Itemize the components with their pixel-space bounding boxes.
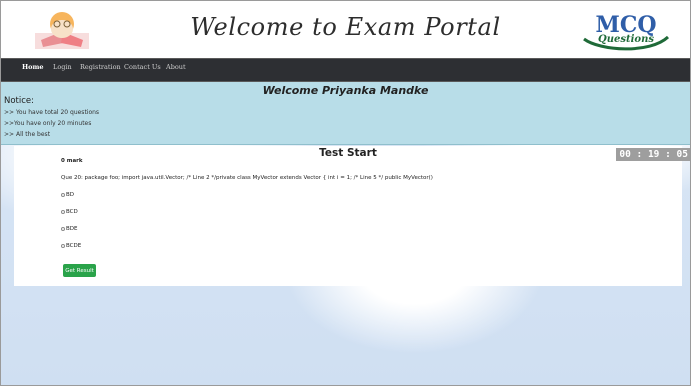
notice-line-3: >> All the best — [4, 131, 51, 138]
option-label: BD — [66, 192, 75, 198]
radio-button[interactable] — [61, 244, 65, 248]
get-result-button[interactable]: Get Result — [63, 264, 96, 277]
notice-line-2: >>You have only 20 minutes — [4, 120, 92, 127]
nav-about[interactable]: About — [166, 63, 186, 71]
site-header: Welcome to Exam Portal MCQ Questions — [1, 1, 690, 58]
mcq-logo-icon: MCQ Questions — [578, 9, 674, 51]
nav-login[interactable]: Login — [53, 63, 72, 71]
radio-button[interactable] — [61, 193, 65, 197]
notice-title: Notice: — [4, 96, 35, 106]
radio-button[interactable] — [61, 210, 65, 214]
nav-contact-us[interactable]: Contact Us — [124, 63, 161, 71]
option-label: BCD — [66, 209, 78, 215]
test-start-heading: Test Start — [319, 147, 377, 159]
notice-line-1: >> You have total 20 questions — [4, 109, 100, 116]
marks-label: 0 mark — [61, 158, 83, 164]
option-2[interactable]: BCD — [61, 209, 78, 215]
radio-button[interactable] — [61, 227, 65, 231]
option-4[interactable]: BCDE — [61, 243, 81, 249]
countdown-timer: 00 : 19 : 05 — [616, 148, 690, 161]
notice-panel: Welcome Priyanka Mandke Notice: >> You h… — [1, 82, 690, 145]
nav-registration[interactable]: Registration — [80, 63, 121, 71]
test-card: Test Start 00 : 19 : 05 0 mark Que 20: p… — [14, 146, 690, 286]
option-1[interactable]: BD — [61, 192, 74, 198]
option-label: BDE — [66, 226, 78, 232]
welcome-message: Welcome Priyanka Mandke — [262, 84, 429, 97]
browser-page: Welcome to Exam Portal MCQ Questions Hom… — [0, 0, 691, 386]
top-navbar: Home Login Registration Contact Us About — [1, 58, 690, 82]
option-label: BCDE — [66, 243, 82, 249]
mcq-logo-subtext: Questions — [598, 34, 654, 45]
nav-home[interactable]: Home — [22, 63, 44, 71]
option-3[interactable]: BDE — [61, 226, 77, 232]
question-text: Que 20: package foo; import java.util.Ve… — [61, 175, 433, 181]
